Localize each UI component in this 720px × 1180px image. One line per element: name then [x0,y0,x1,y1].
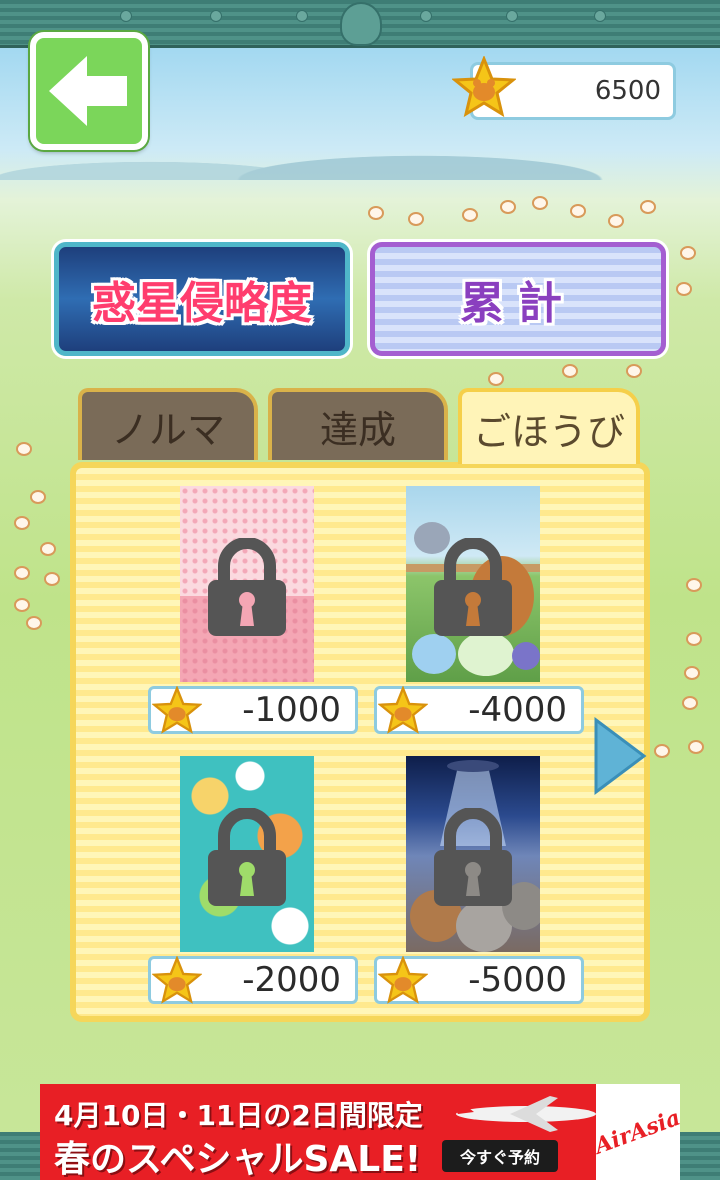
hamster-decoration [14,598,30,612]
ad-subheadline: 春のスペシャルSALE! [54,1139,422,1180]
hamster-decoration [14,566,30,580]
rivet-decoration [120,10,132,22]
total-stats-label: 累計 [460,278,576,329]
hamster-decoration [680,246,696,260]
hamster-silhouette-icon [340,2,382,46]
reward-price-3-value: -2000 [242,960,341,1000]
padlock-icon [434,808,512,906]
padlock-icon [208,808,286,906]
hamster-decoration [626,364,642,378]
rivet-decoration [210,10,222,22]
tab-rewards-label: ごほうび [472,409,625,454]
hamster-decoration [532,196,548,210]
hamster-decoration [688,740,704,754]
hamster-decoration [640,200,656,214]
reward-wallpaper-farm[interactable] [406,486,540,682]
coin-balance-value: 6500 [594,76,661,106]
padlock-icon [208,538,286,636]
hamster-decoration [488,372,504,386]
total-stats-button[interactable]: 累計 [370,242,666,356]
tab-achieved-label: 達成 [319,407,396,452]
star-hamster-icon [378,956,428,1004]
hamster-decoration [26,616,42,630]
reward-price-2-value: -4000 [468,690,567,730]
rivet-decoration [594,10,606,22]
hamster-decoration [40,542,56,556]
star-hamster-icon [152,956,202,1004]
hamster-decoration [608,214,624,228]
next-page-button[interactable] [592,716,648,796]
planet-invasion-button[interactable]: 惑星侵略度 [54,242,350,356]
hamster-decoration [14,516,30,530]
tab-quota-label: ノルマ [110,407,225,452]
tab-achieved[interactable]: 達成 [268,388,448,460]
hamster-decoration [368,206,384,220]
hamster-decoration [16,442,32,456]
hamster-decoration [408,212,424,226]
planet-invasion-label: 惑星侵略度 [92,278,312,329]
rivet-decoration [506,10,518,22]
reward-wallpaper-night[interactable] [406,756,540,952]
star-hamster-icon [378,686,428,734]
star-hamster-icon [452,56,516,118]
hamster-decoration [462,208,478,222]
rewards-panel: -1000 -4000 -2000 -5000 [70,462,650,1022]
ad-banner[interactable]: 4月10日・11日の2日間限定 春のスペシャルSALE! 今すぐ予約 AirAs… [40,1084,680,1180]
hamster-decoration [654,744,670,758]
star-hamster-icon [152,686,202,734]
airplane-icon [448,1096,596,1132]
tab-quota[interactable]: ノルマ [78,388,258,460]
hamster-decoration [676,282,692,296]
reward-price-4-value: -5000 [468,960,567,1000]
hamster-decoration [44,572,60,586]
hamster-decoration [686,578,702,592]
back-button[interactable] [30,32,148,150]
hamster-decoration [682,696,698,710]
rivet-decoration [296,10,308,22]
hamster-decoration [684,666,700,680]
reward-price-1-value: -1000 [242,690,341,730]
hamster-decoration [562,364,578,378]
reward-wallpaper-circles[interactable] [180,756,314,952]
left-arrow-icon [49,56,127,126]
tab-rewards[interactable]: ごほうび [458,388,640,464]
ad-headline: 4月10日・11日の2日間限定 [54,1099,423,1132]
ad-reserve-button[interactable]: 今すぐ予約 [442,1140,558,1172]
padlock-icon [434,538,512,636]
reward-wallpaper-pink[interactable] [180,486,314,682]
airasia-logo: AirAsia [592,1084,680,1180]
hamster-decoration [30,490,46,504]
hamster-decoration [686,632,702,646]
rivet-decoration [420,10,432,22]
hamster-decoration [500,200,516,214]
airasia-logo-text: AirAsia [591,1104,680,1160]
hamster-decoration [570,204,586,218]
